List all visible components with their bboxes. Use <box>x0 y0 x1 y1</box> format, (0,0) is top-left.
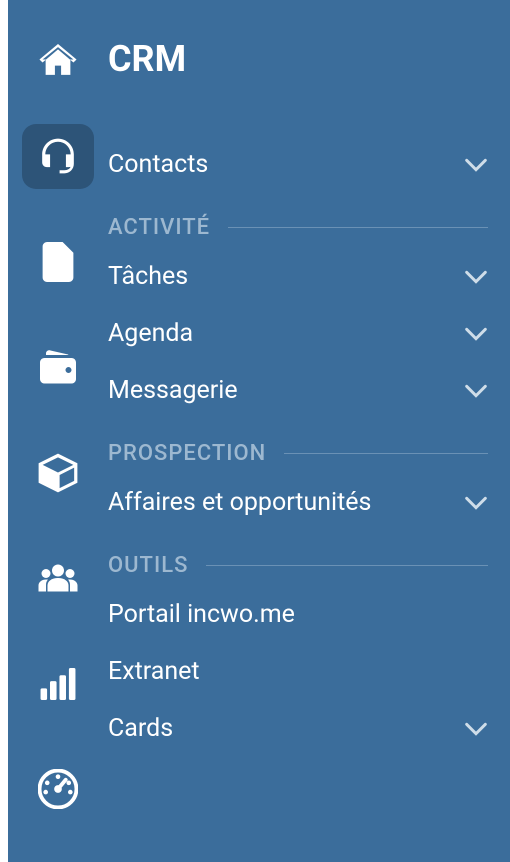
chevron-down-icon <box>464 327 488 341</box>
menu-item-label: Portail incwo.me <box>108 600 295 629</box>
sidebar: CRM Contacts ACTIVITÉ Tâches <box>8 0 510 862</box>
menu-item-label: Agenda <box>108 319 193 348</box>
headset-icon <box>39 137 77 175</box>
section-header-activite: ACTIVITÉ <box>108 193 488 248</box>
chevron-down-icon <box>464 384 488 398</box>
divider <box>228 227 488 228</box>
left-edge-strip <box>0 0 8 862</box>
menu-item-agenda[interactable]: Agenda <box>108 305 488 362</box>
divider <box>206 565 488 566</box>
menu-item-label: Contacts <box>108 150 208 179</box>
page-title: CRM <box>108 38 488 80</box>
menu-item-label: Messagerie <box>108 376 238 405</box>
home-icon <box>39 44 77 78</box>
nav-home[interactable] <box>22 28 94 94</box>
menu-item-extranet[interactable]: Extranet <box>108 643 488 700</box>
menu-item-messagerie[interactable]: Messagerie <box>108 362 488 419</box>
section-header-label: PROSPECTION <box>108 441 266 466</box>
menu-item-portail[interactable]: Portail incwo.me <box>108 586 488 643</box>
menu-item-label: Extranet <box>108 657 200 686</box>
menu-item-label: Affaires et opportunités <box>108 488 371 517</box>
menu-item-cards[interactable]: Cards <box>108 700 488 757</box>
menu-item-affaires[interactable]: Affaires et opportunités <box>108 474 488 531</box>
wallet-icon <box>38 349 78 385</box>
chevron-down-icon <box>464 496 488 510</box>
section-header-label: ACTIVITÉ <box>108 215 210 240</box>
section-header-prospection: PROSPECTION <box>108 419 488 474</box>
users-icon <box>37 563 79 593</box>
document-icon <box>42 242 74 282</box>
box-icon <box>37 453 79 493</box>
chevron-down-icon <box>464 270 488 284</box>
dashboard-icon <box>38 769 78 809</box>
nav-reports[interactable] <box>22 651 94 717</box>
nav-team[interactable] <box>22 546 94 612</box>
section-header-outils: OUTILS <box>108 531 488 586</box>
menu-item-contacts[interactable]: Contacts <box>108 136 488 193</box>
menu-item-label: Cards <box>108 714 173 743</box>
menu-item-label: Tâches <box>108 262 188 291</box>
chevron-down-icon <box>464 722 488 736</box>
nav-products[interactable] <box>22 440 94 506</box>
nav-dashboard[interactable] <box>22 757 94 823</box>
chevron-down-icon <box>464 158 488 172</box>
nav-crm[interactable] <box>22 124 94 190</box>
divider <box>284 453 488 454</box>
menu-item-taches[interactable]: Tâches <box>108 248 488 305</box>
section-header-label: OUTILS <box>108 553 188 578</box>
chart-icon <box>40 668 76 700</box>
icon-column <box>8 0 108 862</box>
nav-documents[interactable] <box>22 229 94 295</box>
content-column: CRM Contacts ACTIVITÉ Tâches <box>108 0 510 862</box>
nav-wallet[interactable] <box>22 335 94 401</box>
